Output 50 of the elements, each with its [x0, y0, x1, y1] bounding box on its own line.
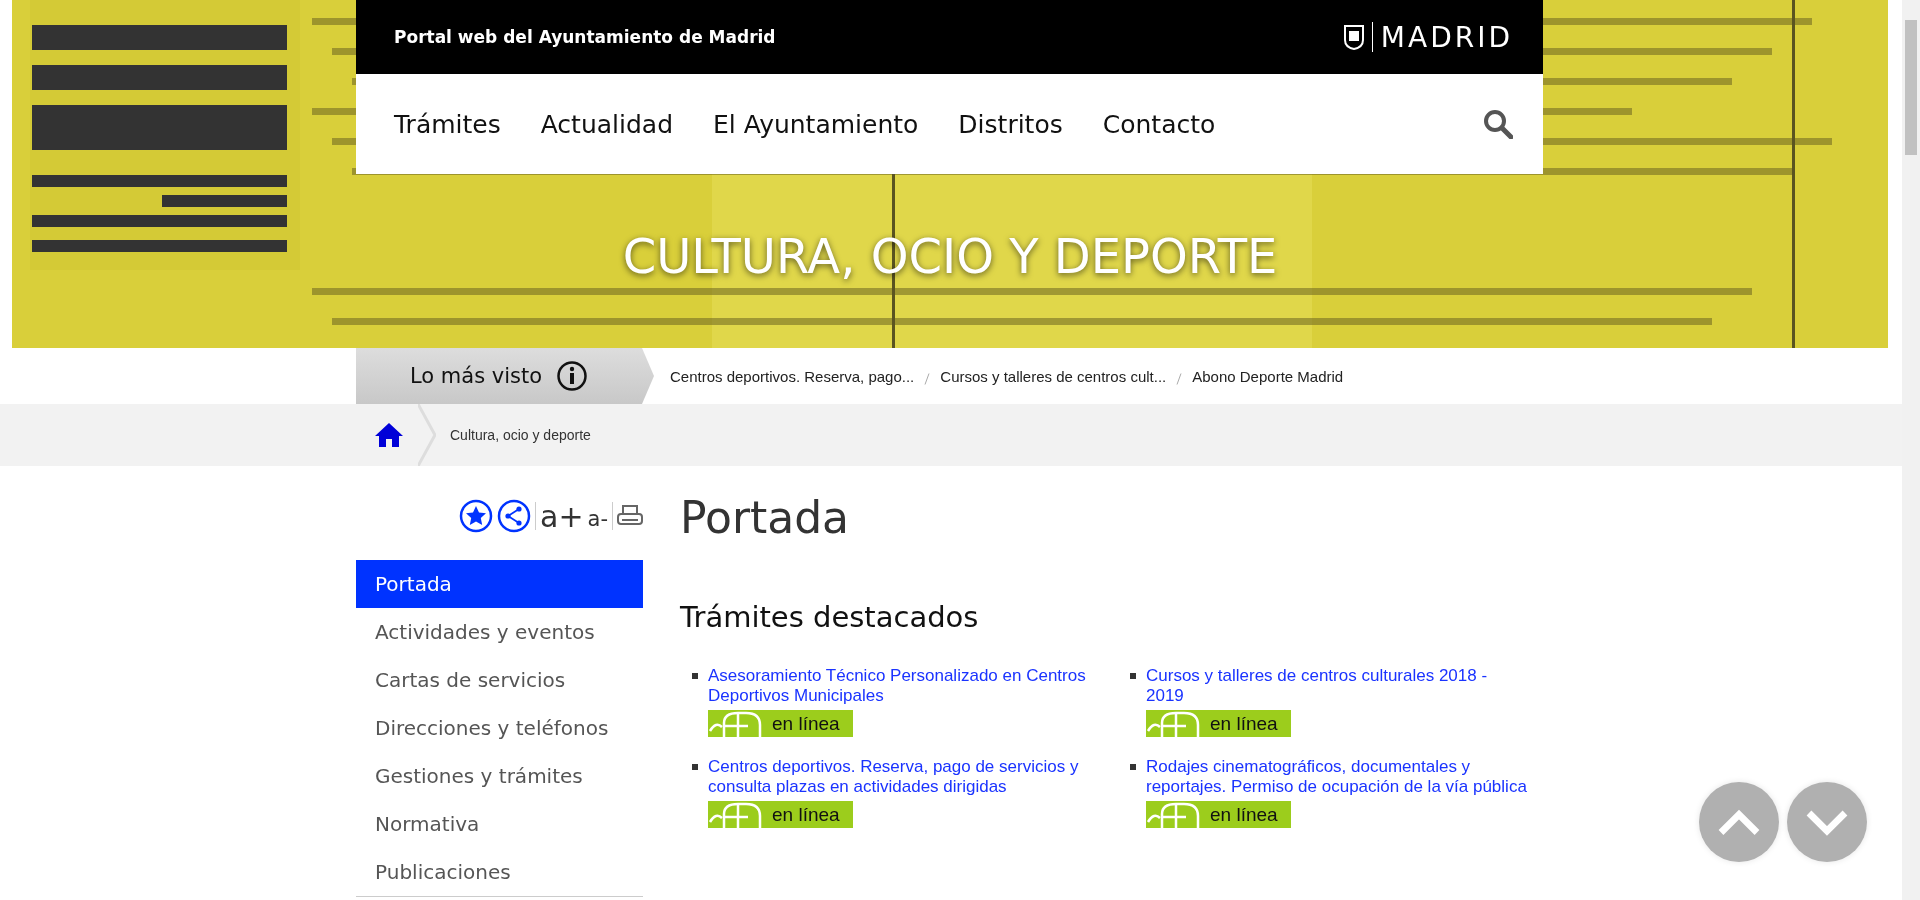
print-icon[interactable] — [617, 505, 643, 527]
nav-link[interactable]: Contacto — [1102, 109, 1216, 139]
bullet — [692, 764, 698, 770]
section-heading: Trámites destacados — [680, 600, 980, 634]
nav-link[interactable]: Distritos — [958, 109, 1063, 139]
most-viewed-label: Lo más visto — [409, 364, 543, 388]
separator — [924, 373, 931, 385]
online-badge[interactable]: en línea — [1146, 710, 1291, 737]
scrollbar[interactable] — [1902, 0, 1920, 900]
breadcrumb-link[interactable]: Cultura, ocio y deporte — [450, 427, 591, 443]
nav-link[interactable]: Trámites — [394, 109, 501, 139]
bullet — [692, 673, 698, 679]
nav-link[interactable]: Actualidad — [540, 109, 674, 139]
increase-font-button[interactable]: a+ — [540, 498, 584, 534]
separator — [1176, 373, 1183, 385]
sidebar-item[interactable]: Gestiones y trámites — [356, 752, 643, 800]
bullet — [1130, 673, 1136, 679]
portal-title: Portal web del Ayuntamiento de Madrid — [394, 27, 776, 47]
decrease-font-button[interactable]: a- — [587, 507, 608, 531]
procedure-link[interactable]: Centros deportivos. Reserva, pago de servicios y consulta plazas en actividades dirigidas — [708, 757, 1093, 797]
procedure-link[interactable]: Rodajes cinematográficos, documentales y reportajes. Permiso de ocupación de la vía pública — [1146, 757, 1528, 797]
info-icon[interactable] — [556, 360, 589, 392]
share-icon[interactable] — [497, 499, 531, 533]
most-viewed-link[interactable]: Cursos y talleres de centros cult... — [940, 367, 1167, 385]
bullet — [1130, 764, 1136, 770]
online-badge[interactable]: en línea — [708, 801, 853, 828]
sidebar-item[interactable]: Portada — [356, 560, 643, 608]
mouse-icon — [1146, 710, 1202, 737]
mouse-icon — [708, 710, 764, 737]
sidebar-item[interactable]: Direcciones y teléfonos — [356, 704, 643, 752]
online-badge[interactable]: en línea — [1146, 801, 1291, 828]
procedure-link[interactable]: Cursos y talleres de centros culturales 2018 - 2019 — [1146, 666, 1528, 706]
breadcrumb-separator — [418, 404, 436, 466]
procedure-link[interactable]: Asesoramiento Técnico Personalizado en Centros Deportivos Municipales — [708, 666, 1093, 706]
mouse-icon — [708, 801, 764, 828]
sidebar-item[interactable]: Publicaciones — [356, 848, 643, 896]
page-title: Portada — [680, 492, 851, 545]
online-badge[interactable]: en línea — [708, 710, 853, 737]
coat-of-arms-icon — [1343, 24, 1364, 50]
home-icon[interactable] — [374, 422, 404, 448]
nav-link[interactable]: El Ayuntamiento — [713, 109, 919, 139]
sidebar-item[interactable]: Normativa — [356, 800, 643, 848]
sidebar-item[interactable]: Actividades y eventos — [356, 608, 643, 656]
search-icon[interactable] — [1483, 109, 1513, 139]
sidebar-item[interactable]: Cartas de servicios — [356, 656, 643, 704]
chevron-up-icon — [1716, 807, 1762, 837]
brand-name: MADRID — [1380, 20, 1513, 54]
mouse-icon — [1146, 801, 1202, 828]
most-viewed-link[interactable]: Centros deportivos. Reserva, pago... — [670, 367, 915, 385]
most-viewed-link[interactable]: Abono Deporte Madrid — [1192, 367, 1344, 385]
